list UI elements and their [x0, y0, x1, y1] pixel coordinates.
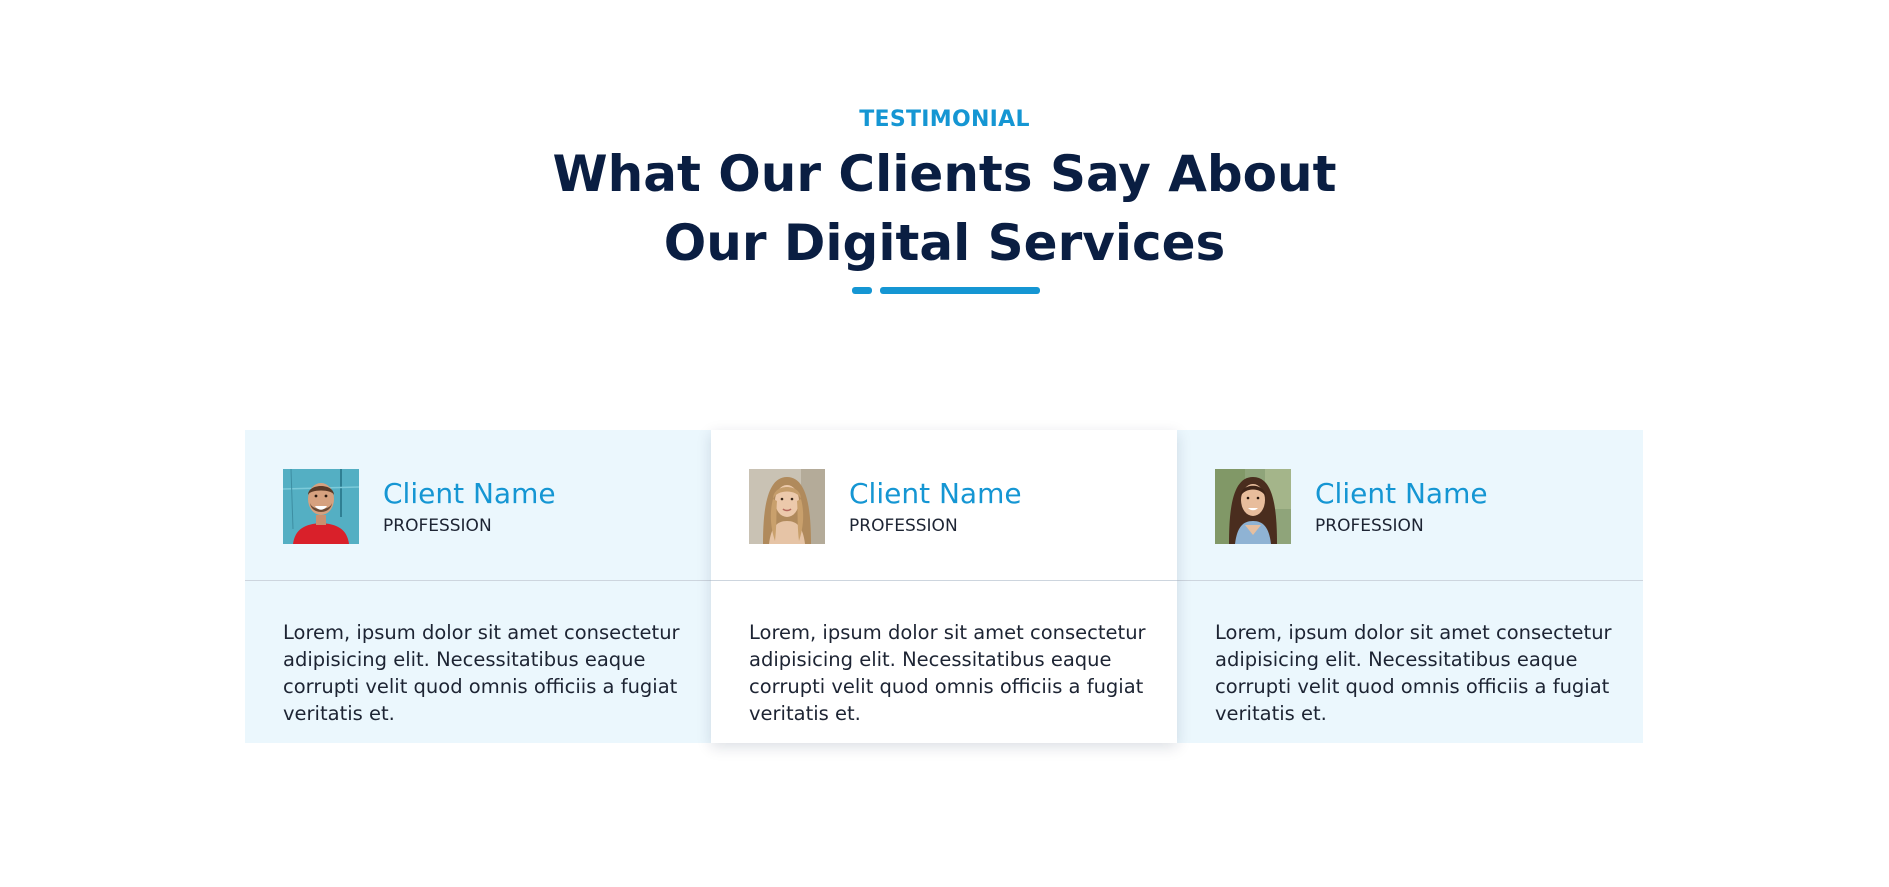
divider-dash-long — [880, 287, 1040, 294]
client-profession: PROFESSION — [849, 516, 958, 536]
card-header: Client Name PROFESSION — [711, 430, 1177, 581]
client-name: Client Name — [1315, 477, 1488, 510]
card-header: Client Name PROFESSION — [245, 430, 711, 581]
testimonial-quote: Lorem, ipsum dolor sit amet consectetur … — [1215, 621, 1612, 725]
avatar-photo-woman-brunette-icon — [1215, 469, 1291, 544]
title-underline-divider — [852, 287, 1042, 294]
testimonial-quote: Lorem, ipsum dolor sit amet consectetur … — [749, 621, 1146, 725]
client-avatar — [749, 469, 825, 544]
card-header: Client Name PROFESSION — [1177, 430, 1643, 581]
section-title: What Our Clients Say About Our Digital S… — [0, 140, 1889, 278]
section-title-line-1: What Our Clients Say About — [552, 145, 1337, 203]
client-name: Client Name — [383, 477, 556, 510]
avatar-photo-man-red-shirt-icon — [283, 469, 359, 544]
testimonial-card[interactable]: Client Name PROFESSION Lorem, ipsum dolo… — [245, 430, 711, 743]
client-avatar — [283, 469, 359, 544]
testimonial-card-active[interactable]: Client Name PROFESSION Lorem, ipsum dolo… — [711, 430, 1177, 743]
client-avatar — [1215, 469, 1291, 544]
testimonial-cards: Client Name PROFESSION Lorem, ipsum dolo… — [245, 430, 1643, 743]
section-eyebrow: TESTIMONIAL — [859, 107, 1030, 132]
client-name: Client Name — [849, 477, 1022, 510]
avatar-photo-woman-blonde-icon — [749, 469, 825, 544]
divider-dash-short — [852, 287, 872, 294]
client-profession: PROFESSION — [1315, 516, 1424, 536]
testimonial-section: TESTIMONIAL What Our Clients Say About O… — [0, 0, 1889, 887]
section-title-line-2: Our Digital Services — [663, 214, 1226, 272]
client-profession: PROFESSION — [383, 516, 492, 536]
testimonial-card[interactable]: Client Name PROFESSION Lorem, ipsum dolo… — [1177, 430, 1643, 743]
testimonial-quote: Lorem, ipsum dolor sit amet consectetur … — [283, 621, 680, 725]
